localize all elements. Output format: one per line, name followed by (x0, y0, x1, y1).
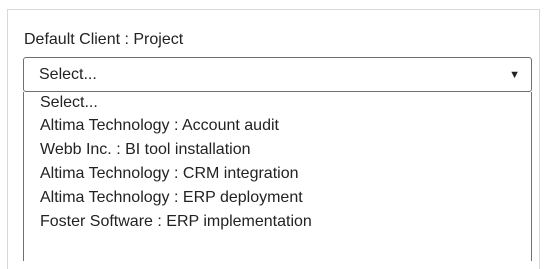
option-altima-erp-deployment[interactable]: Altima Technology : ERP deployment (24, 186, 531, 210)
option-altima-account-audit[interactable]: Altima Technology : Account audit (24, 114, 531, 138)
default-client-project-label: Default Client : Project (24, 31, 184, 48)
triangle-down-icon[interactable]: ▼ (509, 67, 520, 83)
option-foster-erp-implementation[interactable]: Foster Software : ERP implementation (24, 210, 531, 234)
option-select-placeholder[interactable]: Select... (24, 92, 531, 114)
default-client-project-select[interactable]: Select... ▼ (23, 57, 532, 92)
option-altima-crm-integration[interactable]: Altima Technology : CRM integration (24, 162, 531, 186)
selected-value: Select... (39, 66, 97, 83)
client-project-dropdown-list[interactable]: Select... Altima Technology : Account au… (23, 92, 532, 261)
option-webb-bi-tool-installation[interactable]: Webb Inc. : BI tool installation (24, 138, 531, 162)
